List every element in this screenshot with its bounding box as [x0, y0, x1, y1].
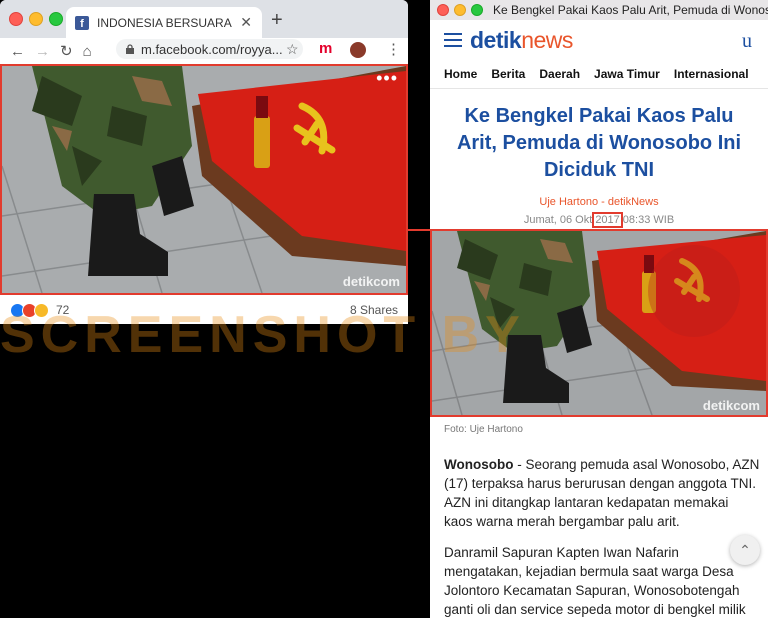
shares-count[interactable]: 8 Shares [350, 303, 398, 317]
window-title: Ke Bengkel Pakai Kaos Palu Arit, Pemuda … [493, 3, 768, 17]
reaction-count[interactable]: 72 [56, 303, 69, 317]
back-icon[interactable]: ← [10, 43, 25, 60]
detiknews-browser-window: Ke Bengkel Pakai Kaos Palu Arit, Pemuda … [430, 0, 768, 618]
soldier-photo [2, 66, 406, 293]
detiknews-logo[interactable]: detiknews [470, 27, 573, 54]
article-author[interactable]: Uje Hartono - detikNews [430, 196, 768, 208]
nav-item-daerah[interactable]: Daerah [539, 67, 580, 81]
main-nav: Home Berita Daerah Jawa Timur Internasio… [430, 60, 768, 89]
article-photo[interactable]: detikcom [430, 229, 768, 417]
tab-title: INDONESIA BERSUARA [97, 15, 232, 30]
browser-menu-icon[interactable]: ⋮ [386, 40, 401, 58]
reload-icon[interactable]: ↻ [60, 42, 73, 60]
reaction-icons[interactable] [10, 302, 49, 318]
window-controls [437, 4, 483, 16]
highlight-connector [408, 229, 430, 231]
lock-icon [126, 44, 134, 54]
close-tab-icon[interactable]: ✕ [240, 14, 252, 31]
article-paragraph-2: Danramil Sapuran Kapten Iwan Nafarin men… [444, 545, 746, 617]
url-text: m.facebook.com/royya... [141, 41, 283, 57]
close-window-button[interactable] [437, 4, 449, 16]
forward-icon[interactable]: → [35, 43, 50, 60]
nav-item-internasional[interactable]: Internasional [674, 67, 749, 81]
dateline: Wonosobo [444, 457, 514, 472]
window-controls [9, 12, 63, 26]
article-headline: Ke Bengkel Pakai Kaos Palu Arit, Pemuda … [456, 105, 742, 181]
new-tab-button[interactable]: + [271, 10, 283, 30]
address-bar[interactable]: m.facebook.com/royya... [116, 39, 303, 59]
nav-item-berita[interactable]: Berita [491, 67, 525, 81]
facebook-browser-window: f INDONESIA BERSUARA ✕ + ← → ↻ ⌂ m.faceb… [0, 0, 408, 324]
browser-toolbar: ← → ↻ ⌂ m.facebook.com/royya... ☆ m ⋮ [0, 38, 408, 62]
minimize-window-button[interactable] [29, 12, 43, 26]
facebook-post-photo[interactable]: detikcom ••• [0, 64, 408, 295]
bookmark-star-icon[interactable]: ☆ [286, 41, 299, 58]
facebook-icon: f [75, 15, 89, 30]
nav-item-home[interactable]: Home [444, 67, 477, 81]
user-icon[interactable]: u [742, 30, 752, 53]
more-options-icon[interactable]: ••• [376, 68, 398, 89]
window-title-bar: Ke Bengkel Pakai Kaos Palu Arit, Pemuda … [430, 0, 768, 20]
haha-icon [34, 302, 49, 318]
article-date: Jumat, 06 Okt 2017 08:33 WIB [523, 212, 675, 228]
nav-item-jawa-timur[interactable]: Jawa Timur [594, 67, 660, 81]
photo-watermark: detikcom [342, 274, 400, 289]
photo-watermark: detikcom [702, 398, 760, 413]
highlighted-year: 2017 [592, 212, 623, 228]
home-icon[interactable]: ⌂ [83, 43, 92, 60]
hamburger-menu-icon[interactable] [444, 29, 462, 51]
extension-m-icon[interactable]: m [319, 40, 332, 57]
post-reactions-bar: 72 8 Shares [0, 296, 408, 324]
maximize-window-button[interactable] [49, 12, 63, 26]
article-paragraph-1: Wonosobo - Seorang pemuda asal Wonosobo,… [444, 457, 760, 529]
close-window-button[interactable] [9, 12, 23, 26]
tab-bar: f INDONESIA BERSUARA ✕ + [0, 0, 408, 38]
site-header: detiknews u [430, 20, 768, 60]
photo-caption: Foto: Uje Hartono [444, 424, 523, 435]
profile-avatar[interactable] [350, 42, 366, 58]
scroll-to-top-button[interactable]: ⌃ [730, 535, 760, 565]
maximize-window-button[interactable] [471, 4, 483, 16]
soldier-photo [432, 231, 766, 415]
browser-tab[interactable]: f INDONESIA BERSUARA ✕ [66, 7, 262, 38]
minimize-window-button[interactable] [454, 4, 466, 16]
